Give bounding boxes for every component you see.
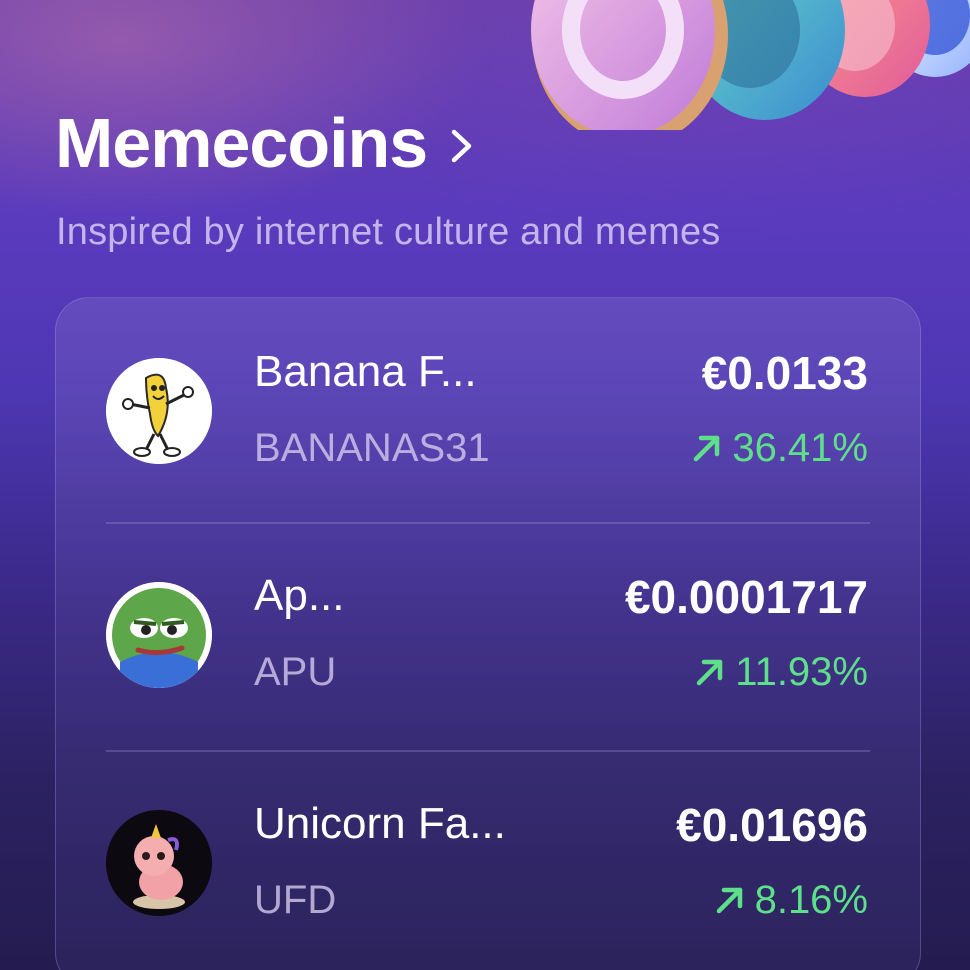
coin-ticker: BANANAS31 bbox=[254, 426, 490, 470]
coin-change: 36.41% bbox=[690, 428, 868, 468]
coin-change-value: 36.41% bbox=[732, 426, 868, 470]
coin-row-apu[interactable]: Ap... APU €0.0001717 11.93% bbox=[56, 526, 920, 752]
coin-change: 11.93% bbox=[693, 652, 868, 692]
coin-change: 8.16% bbox=[713, 880, 868, 920]
coin-change-value: 8.16% bbox=[754, 878, 868, 922]
row-divider bbox=[106, 750, 870, 752]
arrow-up-right-icon bbox=[716, 887, 742, 914]
memecoin-list-card: Banana F... BANANAS31 €0.0133 36.41% Ap.… bbox=[55, 297, 921, 970]
row-divider bbox=[106, 522, 870, 524]
coin-name: Ap... bbox=[254, 571, 345, 620]
arrow-up-right-icon bbox=[694, 435, 720, 462]
coin-change-value: 11.93% bbox=[735, 650, 868, 694]
arrow-up-right-icon bbox=[697, 659, 723, 686]
section-header[interactable]: Memecoins bbox=[55, 108, 475, 178]
section-title: Memecoins bbox=[55, 104, 428, 182]
coin-row-bananas31[interactable]: Banana F... BANANAS31 €0.0133 36.41% bbox=[56, 298, 920, 524]
coin-name: Banana F... bbox=[254, 347, 477, 396]
frog-apu-icon bbox=[106, 582, 212, 688]
coin-stack-illustration bbox=[531, 0, 970, 130]
coin-row-ufd[interactable]: Unicorn Fa... UFD €0.01696 8.16% bbox=[56, 754, 920, 970]
coin-name: Unicorn Fa... bbox=[254, 799, 506, 848]
chevron-right-icon bbox=[452, 129, 472, 163]
banana-mascot-icon bbox=[106, 358, 212, 464]
coin-ticker: UFD bbox=[254, 878, 337, 922]
coin-price: €0.01696 bbox=[676, 799, 868, 851]
section-subtitle: Inspired by internet culture and memes bbox=[56, 211, 721, 253]
pink-unicorn-icon bbox=[106, 810, 212, 916]
coin-price: €0.0001717 bbox=[624, 571, 868, 623]
coin-price: €0.0133 bbox=[701, 347, 868, 399]
coin-ticker: APU bbox=[254, 650, 337, 694]
